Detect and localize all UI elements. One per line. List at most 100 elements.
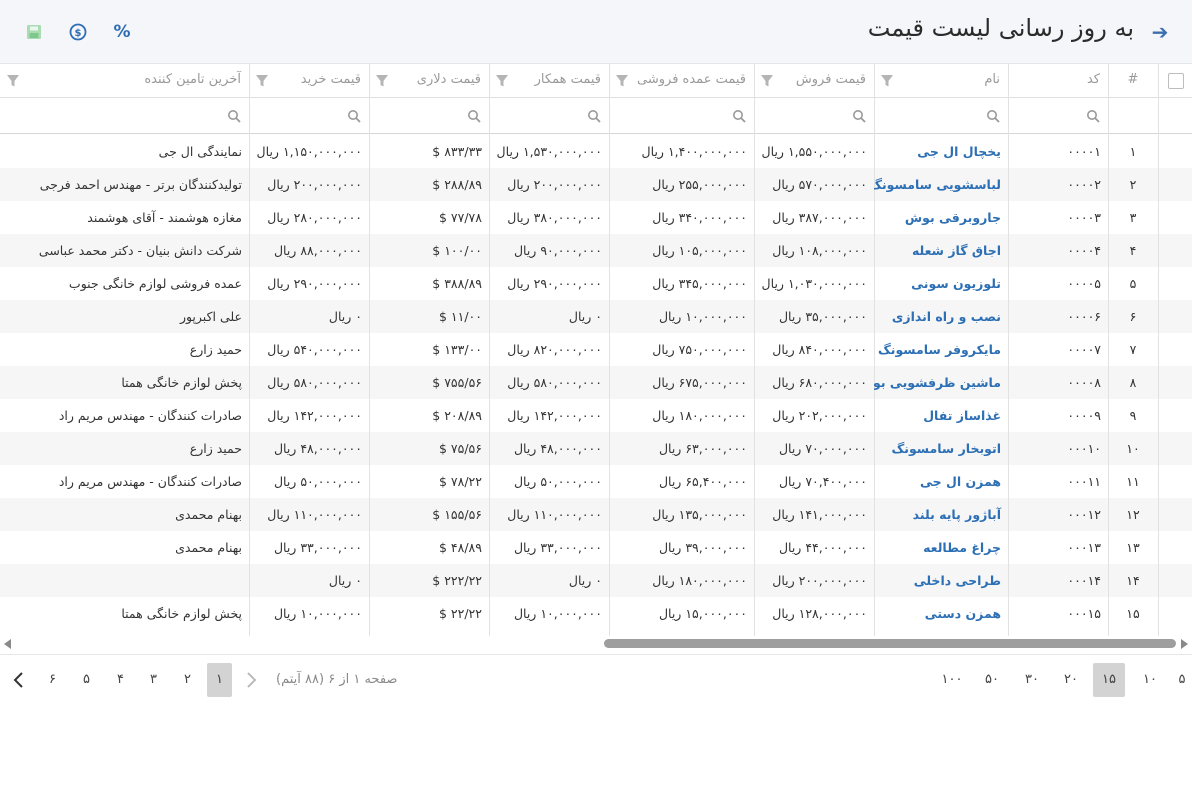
cell-code: ۰۰۰۰۱	[1067, 144, 1101, 159]
cell-sale: ۷۰,۴۰۰,۰۰۰ ریال	[778, 474, 867, 489]
search-field-code[interactable]	[1008, 98, 1108, 134]
cell-name[interactable]: همزن دستی	[874, 597, 1008, 630]
column-header-check[interactable]	[1158, 64, 1192, 98]
cell-sale: ۸۴۰,۰۰۰,۰۰۰ ریال	[772, 342, 867, 357]
page-size-option[interactable]: ۱۰۰	[935, 663, 969, 697]
cell-code: ۰۰۰۱۰	[1067, 441, 1101, 456]
cell-name[interactable]: تلوزیون سونی	[874, 267, 1008, 300]
page-size-option[interactable]: ۱۵	[1093, 663, 1125, 697]
cell-supplier: نمایندگی ال جی	[158, 144, 242, 159]
cell-partner: ۰ ریال	[568, 309, 602, 324]
cell-dollar: ۱۰۰/۰۰ $	[432, 243, 482, 258]
cell-name[interactable]: جاروبرقی بوش	[874, 201, 1008, 234]
search-field-supplier[interactable]	[0, 98, 249, 134]
cell-dollar: ۴۸/۸۹ $	[438, 540, 482, 555]
search-field-purchase[interactable]	[249, 98, 369, 134]
cell-name[interactable]: لباسشویی سامسونگ	[874, 168, 1008, 201]
column-divider[interactable]	[1158, 64, 1159, 636]
cell-partner: ۴۸,۰۰۰,۰۰۰ ریال	[513, 441, 602, 456]
cell-dollar: ۳۸۸/۸۹ $	[432, 276, 482, 291]
cell-purchase: ۲۰۰,۰۰۰,۰۰۰ ریال	[267, 177, 362, 192]
filter-icon[interactable]	[760, 73, 774, 87]
dollar-button[interactable]: $	[66, 21, 90, 43]
column-header-wholesale[interactable]: قیمت عمده فروشی	[609, 64, 754, 98]
page-number-1[interactable]: ۱	[207, 663, 232, 697]
page-size-option[interactable]: ۵	[1166, 663, 1192, 697]
search-field-wholesale[interactable]	[609, 98, 754, 134]
filter-icon[interactable]	[880, 73, 894, 87]
page-size-option[interactable]: ۲۰	[1055, 663, 1087, 697]
cell-num: ۱۳	[1126, 540, 1140, 555]
page-size-option[interactable]: ۱۰	[1134, 663, 1166, 697]
search-field-dollar[interactable]	[369, 98, 489, 134]
page-number-4[interactable]: ۴	[108, 663, 133, 697]
filter-icon[interactable]	[375, 73, 389, 87]
column-header-label: قیمت فروش	[795, 72, 866, 87]
cell-name[interactable]: اتوبخار سامسونگ	[874, 432, 1008, 465]
search-icon	[852, 108, 866, 123]
scroll-right-icon[interactable]	[1181, 639, 1188, 649]
cell-wholesale: ۲۵۵,۰۰۰,۰۰۰ ریال	[652, 177, 747, 192]
cell-dollar: ۲۸۸/۸۹ $	[432, 177, 482, 192]
scroll-track[interactable]	[14, 639, 1178, 649]
filter-icon[interactable]	[615, 73, 629, 87]
column-header-num[interactable]: #	[1108, 64, 1158, 98]
cell-purchase: ۴۸,۰۰۰,۰۰۰ ریال	[273, 441, 362, 456]
search-field-sale[interactable]	[754, 98, 874, 134]
filter-icon[interactable]	[255, 73, 269, 87]
cell-name[interactable]: چراغ مطالعه	[874, 531, 1008, 564]
column-header-sale[interactable]: قیمت فروش	[754, 64, 874, 98]
column-header-code[interactable]: کد	[1008, 64, 1108, 98]
cell-code: ۰۰۰۱۵	[1067, 606, 1101, 621]
column-header-name[interactable]: نام	[874, 64, 1008, 98]
save-button[interactable]	[22, 21, 46, 43]
chevron-left-icon[interactable]	[10, 671, 26, 689]
page-number-5[interactable]: ۵	[74, 663, 99, 697]
column-header-purchase[interactable]: قیمت خرید	[249, 64, 369, 98]
column-header-supplier[interactable]: آخرین تامین کننده	[0, 64, 249, 98]
horizontal-scrollbar[interactable]	[0, 636, 1192, 652]
cell-sale: ۱۴۱,۰۰۰,۰۰۰ ریال	[772, 507, 867, 522]
column-header-partner[interactable]: قیمت همکار	[489, 64, 609, 98]
cell-num: ۵	[1129, 276, 1137, 291]
page-number-3[interactable]: ۳	[141, 663, 166, 697]
cell-name[interactable]: ماشین ظرفشویی بوش	[874, 366, 1008, 399]
cell-name[interactable]: یخچال ال جی	[874, 135, 1008, 168]
cell-name[interactable]: طراحی داخلی	[874, 564, 1008, 597]
cell-name[interactable]: اجاق گاز شعله	[874, 234, 1008, 267]
page-number-2[interactable]: ۲	[175, 663, 200, 697]
filter-icon[interactable]	[6, 73, 20, 87]
cell-dollar: ۷۷/۷۸ $	[438, 210, 482, 225]
chevron-right-icon[interactable]	[243, 671, 259, 689]
column-header-label: قیمت همکار	[534, 72, 601, 87]
page-size-option[interactable]: ۳۰	[1016, 663, 1048, 697]
column-header-dollar[interactable]: قیمت دلاری	[369, 64, 489, 98]
cell-partner: ۵۰,۰۰۰,۰۰۰ ریال	[513, 474, 602, 489]
filter-icon[interactable]	[495, 73, 509, 87]
percent-button[interactable]: %	[110, 21, 134, 43]
cell-sale: ۲۰۰,۰۰۰,۰۰۰ ریال	[772, 573, 867, 588]
cell-name[interactable]: آباژور پایه بلند	[874, 498, 1008, 531]
page-size-option[interactable]: ۵۰	[976, 663, 1008, 697]
cell-wholesale: ۱۵,۰۰۰,۰۰۰ ریال	[658, 606, 747, 621]
scroll-left-icon[interactable]	[4, 639, 11, 649]
cell-partner: ۱۰,۰۰۰,۰۰۰ ریال	[513, 606, 602, 621]
select-all-checkbox[interactable]	[1168, 73, 1184, 89]
search-icon	[467, 108, 481, 123]
cell-name[interactable]: نصب و راه اندازی	[874, 300, 1008, 333]
cell-name[interactable]: مایکروفر سامسونگ	[874, 333, 1008, 366]
back-arrow-icon[interactable]: ➔	[1150, 21, 1170, 43]
cell-name[interactable]: غذاساز تفال	[874, 399, 1008, 432]
search-field-partner[interactable]	[489, 98, 609, 134]
search-field-name[interactable]	[874, 98, 1008, 134]
cell-purchase: ۰ ریال	[328, 309, 362, 324]
column-header-label: قیمت عمده فروشی	[637, 72, 746, 87]
cell-purchase: ۵۸۰,۰۰۰,۰۰۰ ریال	[267, 375, 362, 390]
cell-purchase: ۱۴۲,۰۰۰,۰۰۰ ریال	[267, 408, 362, 423]
page-number-6[interactable]: ۶	[40, 663, 65, 697]
page-title: به روز رسانی لیست قیمت	[867, 14, 1134, 42]
cell-name[interactable]: همزن ال جی	[874, 465, 1008, 498]
cell-dollar: ۱۱/۰۰ $	[438, 309, 482, 324]
cell-dollar: ۲۲/۲۲ $	[438, 606, 482, 621]
scroll-thumb[interactable]	[604, 639, 1176, 648]
